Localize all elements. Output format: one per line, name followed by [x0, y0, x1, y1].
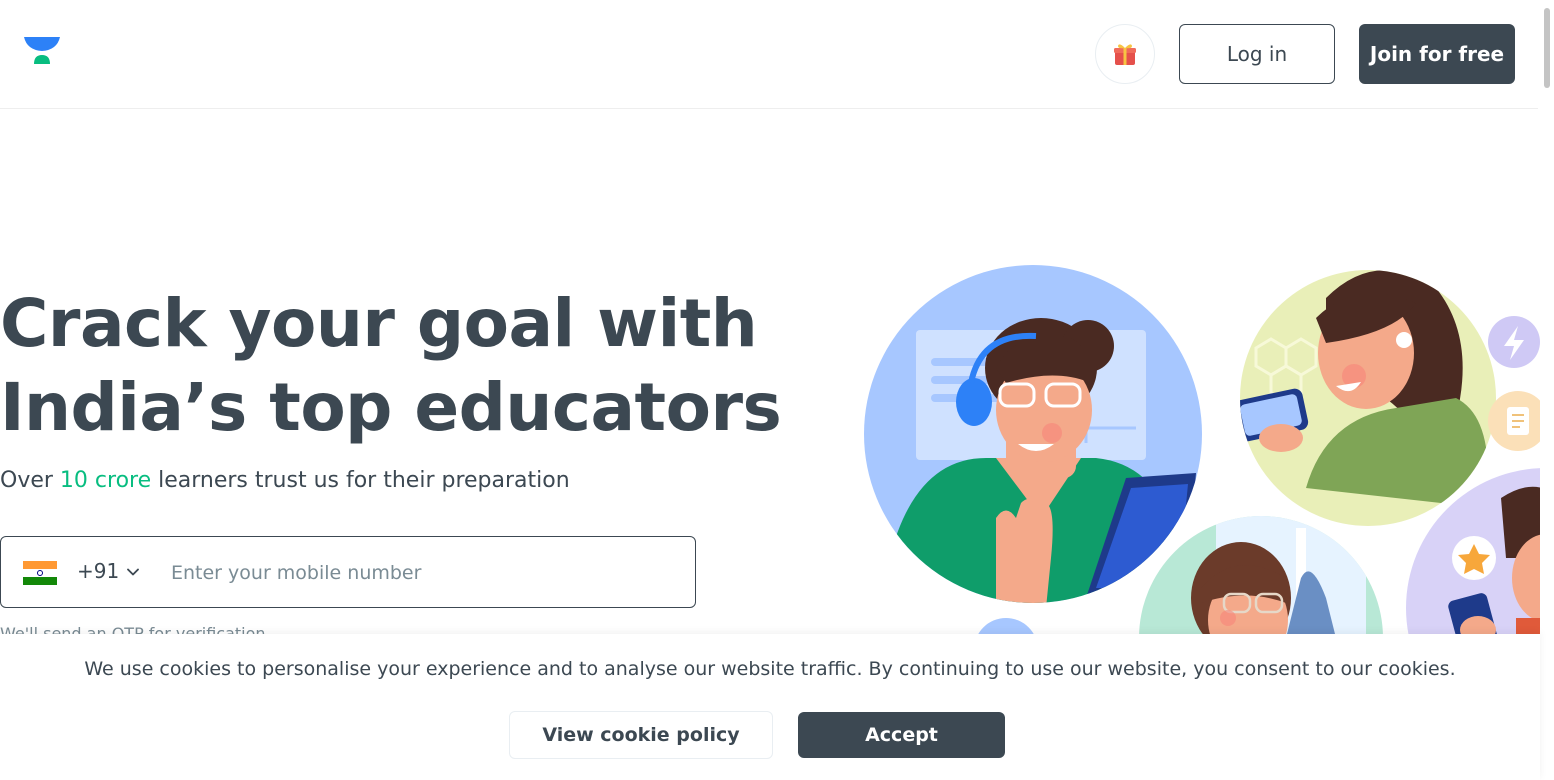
subtitle-prefix: Over	[0, 468, 60, 493]
mobile-number-field[interactable]: +91	[0, 536, 696, 608]
hero-title-line1: Crack your goal with	[0, 285, 758, 362]
gift-button[interactable]	[1095, 24, 1155, 84]
view-cookie-policy-button[interactable]: View cookie policy	[509, 711, 773, 759]
country-code-selector[interactable]: +91	[77, 559, 119, 583]
hero-title-line2: India’s top educators	[0, 369, 782, 446]
scrollbar-thumb[interactable]	[1544, 8, 1550, 88]
hero-title: Crack your goal with India’s top educator…	[0, 282, 782, 450]
hero-illustration	[864, 265, 1540, 638]
chevron-down-icon[interactable]	[125, 564, 141, 580]
cookie-message: We use cookies to personalise your exper…	[84, 658, 1456, 680]
page-scrollbar[interactable]	[1540, 0, 1554, 780]
india-flag-icon	[23, 561, 57, 585]
cookie-banner: We use cookies to personalise your exper…	[0, 634, 1540, 780]
subtitle-suffix: learners trust us for their preparation	[151, 468, 570, 493]
subtitle-highlight: 10 crore	[59, 468, 152, 493]
accept-cookies-button[interactable]: Accept	[798, 712, 1005, 758]
gift-icon	[1114, 44, 1136, 65]
unacademy-logo-icon[interactable]	[24, 35, 60, 67]
login-button[interactable]: Log in	[1179, 24, 1335, 84]
join-for-free-button[interactable]: Join for free	[1359, 24, 1515, 84]
hero-subtitle: Over 10 crore learners trust us for thei…	[0, 468, 570, 493]
mobile-number-input[interactable]	[169, 551, 673, 595]
top-header: Log in Join for free	[0, 0, 1538, 109]
